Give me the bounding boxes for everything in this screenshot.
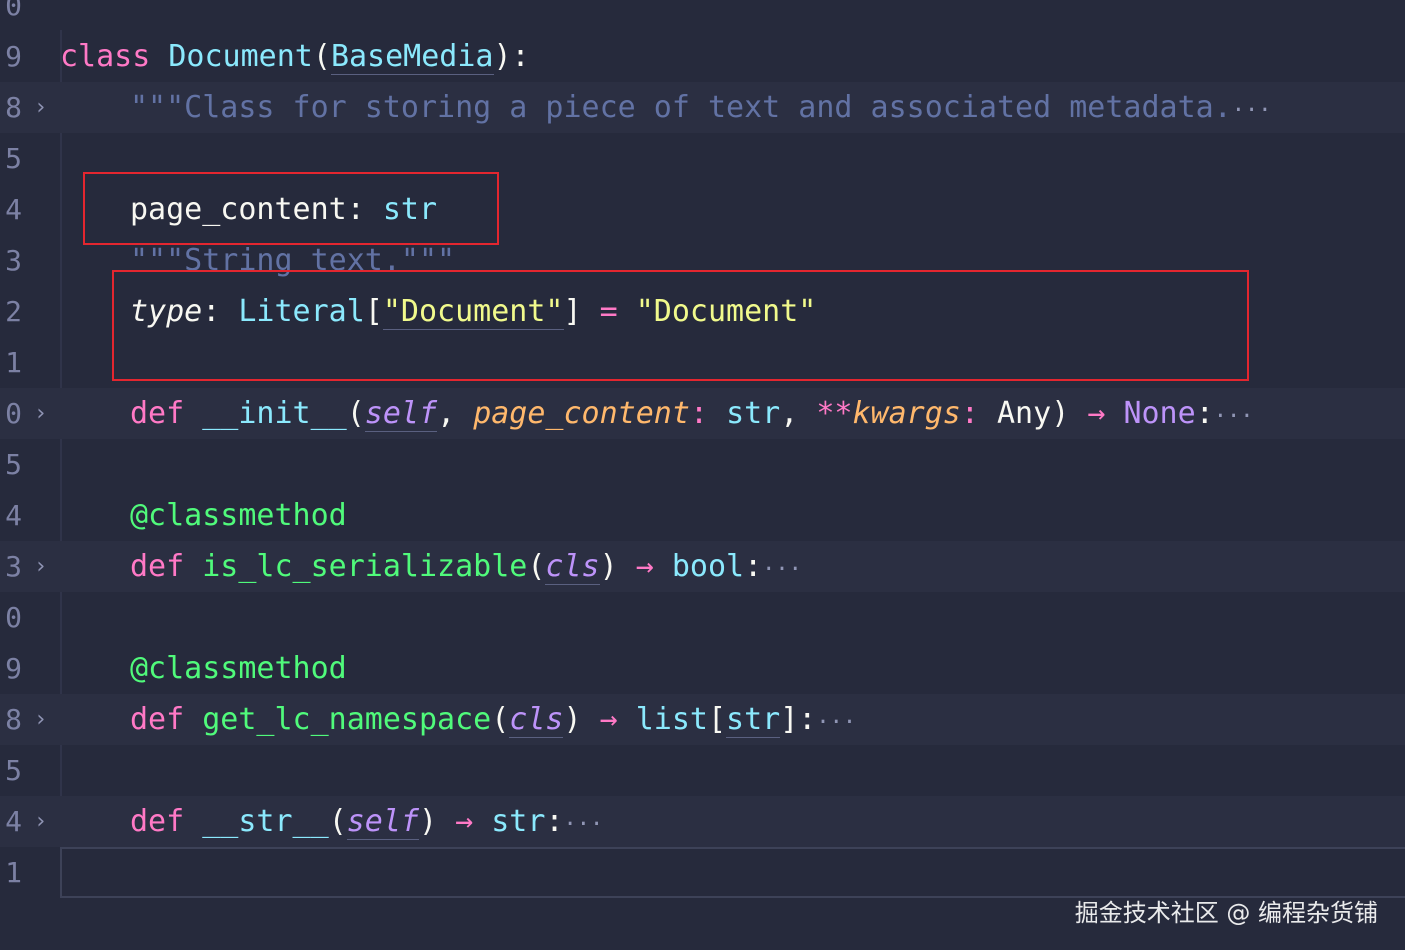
- line-number: 5: [5, 754, 22, 787]
- init-method-signature: def __init__(self, page_content: str, **…: [130, 396, 1254, 432]
- line-number: 3: [5, 244, 22, 277]
- line-number: 4: [5, 193, 22, 226]
- code-line[interactable]: 0: [0, 592, 1405, 643]
- code-line[interactable]: 4 @classmethod: [0, 490, 1405, 541]
- line-number: 0: [5, 397, 22, 430]
- line-number: 0: [5, 0, 22, 22]
- str-method-signature: def __str__(self) → str:···: [130, 804, 604, 840]
- line-number: 2: [5, 295, 22, 328]
- fold-chevron-icon[interactable]: ›: [34, 541, 47, 592]
- decorator: @classmethod: [130, 498, 347, 533]
- code-editor[interactable]: 0 9 class Document(BaseMedia): 8 › """Cl…: [0, 0, 1405, 950]
- line-number: 5: [5, 142, 22, 175]
- class-declaration: class Document(BaseMedia):: [60, 39, 530, 75]
- code-line[interactable]: 3 › def is_lc_serializable(cls) → bool:·…: [0, 541, 1405, 592]
- line-number: 9: [5, 40, 22, 73]
- get-lc-namespace-signature: def get_lc_namespace(cls) → list[str]:··…: [130, 702, 857, 738]
- code-line[interactable]: 4 › def __str__(self) → str:···: [0, 796, 1405, 847]
- class-docstring: """Class for storing a piece of text and…: [130, 90, 1272, 125]
- code-line[interactable]: 0 › def __init__(self, page_content: str…: [0, 388, 1405, 439]
- folded-ellipsis: ···: [1231, 98, 1272, 123]
- line-number: 1: [5, 856, 22, 889]
- code-line[interactable]: 9 @classmethod: [0, 643, 1405, 694]
- line-number: 3: [5, 550, 22, 583]
- folded-ellipsis: ···: [816, 710, 857, 735]
- code-line[interactable]: 0: [0, 0, 1405, 31]
- line-number: 4: [5, 499, 22, 532]
- line-number: 8: [5, 91, 22, 124]
- code-line[interactable]: 8 › """Class for storing a piece of text…: [0, 82, 1405, 133]
- fold-chevron-icon[interactable]: ›: [34, 694, 47, 745]
- line-number: 8: [5, 703, 22, 736]
- code-line[interactable]: 8 › def get_lc_namespace(cls) → list[str…: [0, 694, 1405, 745]
- folded-ellipsis: ···: [563, 812, 604, 837]
- code-line[interactable]: 5: [0, 745, 1405, 796]
- code-line[interactable]: 5: [0, 439, 1405, 490]
- is-lc-serializable-signature: def is_lc_serializable(cls) → bool:···: [130, 549, 802, 585]
- watermark-text: 掘金技术社区 @ 编程杂货铺: [1074, 899, 1378, 927]
- folded-ellipsis: ···: [762, 557, 802, 582]
- highlight-box-type: [112, 270, 1249, 381]
- folded-ellipsis: ···: [1213, 404, 1254, 429]
- line-number: 5: [5, 448, 22, 481]
- line-number: 1: [5, 346, 22, 379]
- fold-chevron-icon[interactable]: ›: [34, 388, 47, 439]
- fold-chevron-icon[interactable]: ›: [34, 796, 47, 847]
- line-number: 9: [5, 652, 22, 685]
- line-number: 0: [5, 601, 22, 634]
- decorator: @classmethod: [130, 651, 347, 686]
- fold-chevron-icon[interactable]: ›: [34, 82, 47, 133]
- code-line[interactable]: 9 class Document(BaseMedia):: [0, 31, 1405, 82]
- current-line-highlight[interactable]: [60, 847, 1405, 898]
- line-number: 4: [5, 805, 22, 838]
- highlight-box-page-content: [83, 172, 499, 245]
